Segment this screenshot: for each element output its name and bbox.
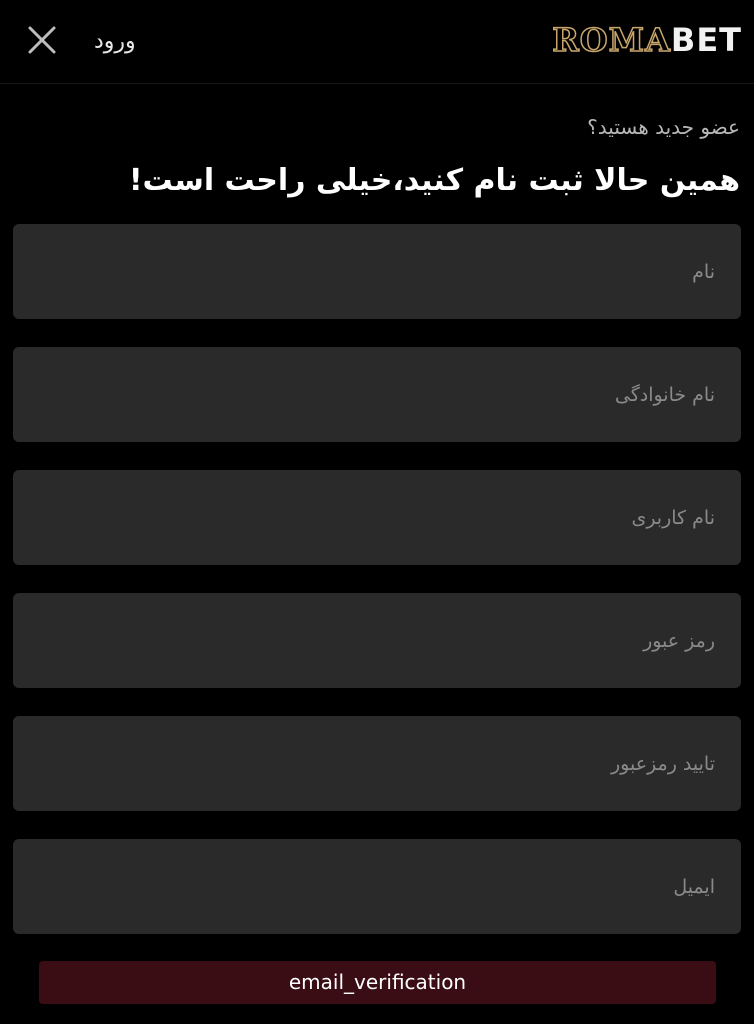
email-input[interactable] [39, 839, 715, 934]
last-name-input[interactable] [39, 347, 715, 442]
login-link[interactable]: ورود [94, 27, 136, 57]
password-input[interactable] [39, 593, 715, 688]
password-field[interactable] [13, 593, 741, 688]
username-input[interactable] [39, 470, 715, 565]
close-icon [22, 20, 62, 60]
logo-bet: BET [670, 21, 742, 59]
email-verification-button[interactable]: email_verification [39, 961, 716, 1004]
confirm-password-input[interactable] [39, 716, 715, 811]
first-name-input[interactable] [39, 224, 715, 319]
logo-roma: ROMA [551, 21, 671, 59]
page-subtitle: عضو جدید هستید؟ [587, 115, 740, 139]
last-name-field[interactable] [13, 347, 741, 442]
close-button[interactable] [22, 20, 62, 60]
email-field[interactable] [13, 839, 741, 934]
confirm-password-field[interactable] [13, 716, 741, 811]
logo: ROMA BET [551, 21, 742, 59]
username-field[interactable] [13, 470, 741, 565]
page-title: همین حالا ثبت نام کنید،خیلی راحت است! [128, 163, 740, 198]
first-name-field[interactable] [13, 224, 741, 319]
header: ورود ROMA BET [0, 0, 754, 84]
